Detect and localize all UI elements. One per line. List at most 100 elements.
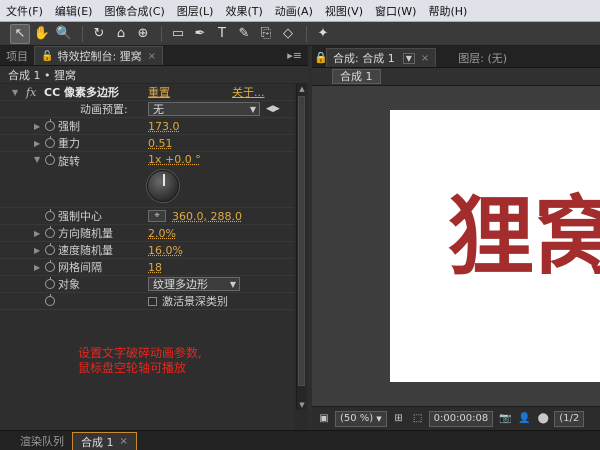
animation-preset-row: 动画预置: 无 ▼ ◀▶ xyxy=(0,101,294,118)
stopwatch-icon[interactable] xyxy=(45,153,55,165)
text-icon[interactable]: T xyxy=(212,24,232,44)
dropdown-icon[interactable]: ▼ xyxy=(402,52,415,64)
stopwatch-icon[interactable] xyxy=(45,119,55,131)
stopwatch-icon[interactable] xyxy=(45,136,55,148)
effect-properties: ▼ fx CC 像素多边形 重置 关于... 动画预置: 无 ▼ ◀▶ ▶ 强制 xyxy=(0,84,294,430)
stopwatch-icon[interactable] xyxy=(45,260,55,272)
expand-triangle-icon[interactable]: ▼ xyxy=(34,155,40,164)
rotation-dial[interactable] xyxy=(147,170,179,202)
effect-row[interactable]: ▼ fx CC 像素多边形 重置 关于... xyxy=(0,84,294,101)
tab-layer[interactable]: 图层: (无) xyxy=(452,48,513,67)
menu-effect[interactable]: 效果(T) xyxy=(225,3,262,19)
property-value[interactable]: 16.0% xyxy=(148,244,183,257)
canvas-text: 狸窝 xyxy=(448,186,600,287)
puppet-pin-icon[interactable]: ✦ xyxy=(313,24,333,44)
expand-triangle-icon[interactable]: ▶ xyxy=(34,122,40,131)
tab-timeline-composition[interactable]: 合成 1 × xyxy=(72,432,137,450)
expand-triangle-icon[interactable]: ▼ xyxy=(12,88,18,97)
crosshair-icon[interactable]: ⌖ xyxy=(148,210,166,222)
toolbar-divider xyxy=(306,25,307,42)
menu-animation[interactable]: 动画(A) xyxy=(275,3,313,19)
menu-window[interactable]: 窗口(W) xyxy=(375,3,416,19)
menu-composition[interactable]: 图像合成(C) xyxy=(104,3,164,19)
zoom-value: (50 %) xyxy=(340,413,374,424)
stopwatch-icon[interactable] xyxy=(45,277,55,289)
depth-sort-checkbox[interactable] xyxy=(148,296,157,306)
property-label: 重力 xyxy=(58,137,80,150)
hand-icon[interactable]: ✋ xyxy=(32,24,52,44)
property-label: 旋转 xyxy=(58,155,80,168)
expand-triangle-icon[interactable]: ▶ xyxy=(34,246,40,255)
property-value[interactable]: 0.51 xyxy=(148,137,173,150)
fx-icon[interactable]: fx xyxy=(26,86,36,99)
object-select[interactable]: 纹理多边形 ▼ xyxy=(148,277,240,291)
always-preview-icon[interactable]: ▣ xyxy=(316,411,332,427)
panel-menu-icon[interactable]: ▸≡ xyxy=(287,49,302,62)
rectangle-icon[interactable]: ▭ xyxy=(168,24,188,44)
close-icon[interactable]: × xyxy=(120,436,128,447)
animation-preset-select[interactable]: 无 ▼ xyxy=(148,102,260,116)
zoom-select[interactable]: (50 %) ▼ xyxy=(335,410,387,427)
toolbar-divider xyxy=(161,25,162,42)
about-link[interactable]: 关于... xyxy=(232,84,265,100)
preset-nav-arrows-icon[interactable]: ◀▶ xyxy=(266,104,280,114)
property-label: 网格间隔 xyxy=(58,261,102,274)
camera-icon[interactable]: ⌂ xyxy=(111,24,131,44)
stopwatch-icon[interactable] xyxy=(45,243,55,255)
close-icon[interactable]: × xyxy=(148,51,156,62)
channels-icon[interactable]: ⬤ xyxy=(535,411,551,427)
after-effects-window: 文件(F) 编辑(E) 图像合成(C) 图层(L) 效果(T) 动画(A) 视图… xyxy=(0,0,600,450)
checkbox-label: 激活景深类别 xyxy=(162,295,228,308)
annotation-line-1: 设置文字破碎动画参数, xyxy=(78,346,202,360)
scroll-thumb[interactable] xyxy=(298,96,305,386)
tab-composition[interactable]: 合成: 合成 1 ▼ × xyxy=(326,48,437,67)
stopwatch-icon[interactable] xyxy=(45,226,55,238)
property-value[interactable]: 360.0, 288.0 xyxy=(172,210,242,223)
left-tab-bar: 项目 🔓 特效控制台: 狸窝 × ▸≡ xyxy=(0,46,308,66)
pen-icon[interactable]: ✒ xyxy=(190,24,210,44)
composition-subtab[interactable]: 合成 1 xyxy=(332,69,381,84)
timeline-tab-bar: 渲染队列 合成 1 × xyxy=(0,430,600,450)
rotate-icon[interactable]: ↻ xyxy=(89,24,109,44)
zoom-icon[interactable]: 🔍 xyxy=(54,24,74,44)
stopwatch-icon[interactable] xyxy=(45,294,55,306)
tab-render-queue[interactable]: 渲染队列 xyxy=(12,432,72,450)
menu-file[interactable]: 文件(F) xyxy=(6,3,43,19)
property-value[interactable]: 173.0 xyxy=(148,120,180,133)
property-label: 强制 xyxy=(58,120,80,133)
reset-link[interactable]: 重置 xyxy=(148,84,170,100)
menu-layer[interactable]: 图层(L) xyxy=(177,3,214,19)
show-snapshot-icon[interactable]: 👤 xyxy=(516,411,532,427)
scroll-up-icon[interactable]: ▲ xyxy=(297,84,307,94)
mask-visibility-icon[interactable]: ⬚ xyxy=(410,411,426,427)
expand-triangle-icon[interactable]: ▶ xyxy=(34,263,40,272)
lock-icon[interactable]: 🔒 xyxy=(312,48,328,67)
safe-zones-icon[interactable]: ⊞ xyxy=(391,411,407,427)
eraser-icon[interactable]: ◇ xyxy=(278,24,298,44)
stopwatch-icon[interactable] xyxy=(45,209,55,221)
chevron-down-icon: ▼ xyxy=(376,414,382,423)
expand-triangle-icon[interactable]: ▶ xyxy=(34,139,40,148)
menu-help[interactable]: 帮助(H) xyxy=(428,3,467,19)
brush-icon[interactable]: ✎ xyxy=(234,24,254,44)
property-value[interactable]: 2.0% xyxy=(148,227,176,240)
composition-viewer[interactable]: 狸窝 xyxy=(312,86,600,410)
expand-triangle-icon[interactable]: ▶ xyxy=(34,229,40,238)
timecode-field[interactable]: 0:00:00:08 xyxy=(428,410,494,427)
vertical-scrollbar[interactable]: ▲ ▼ xyxy=(296,84,306,410)
close-icon[interactable]: × xyxy=(421,53,429,64)
snapshot-icon[interactable]: 📷 xyxy=(497,411,513,427)
lock-icon[interactable]: 🔓 xyxy=(41,51,53,62)
tab-effect-controls[interactable]: 🔓 特效控制台: 狸窝 × xyxy=(34,46,164,65)
menu-view[interactable]: 视图(V) xyxy=(325,3,363,19)
composition-canvas[interactable]: 狸窝 xyxy=(390,110,600,382)
property-value[interactable]: 1x +0.0 ° xyxy=(148,153,201,166)
property-value[interactable]: 18 xyxy=(148,261,162,274)
menu-edit[interactable]: 编辑(E) xyxy=(55,3,93,19)
pan-behind-icon[interactable]: ⊕ xyxy=(133,24,153,44)
selection-icon[interactable]: ↖ xyxy=(10,23,30,44)
tab-project[interactable]: 项目 xyxy=(0,46,34,65)
scroll-down-icon[interactable]: ▼ xyxy=(297,400,307,410)
resolution-select[interactable]: (1/2 xyxy=(554,410,585,427)
clone-stamp-icon[interactable]: ⎘ xyxy=(256,24,276,44)
